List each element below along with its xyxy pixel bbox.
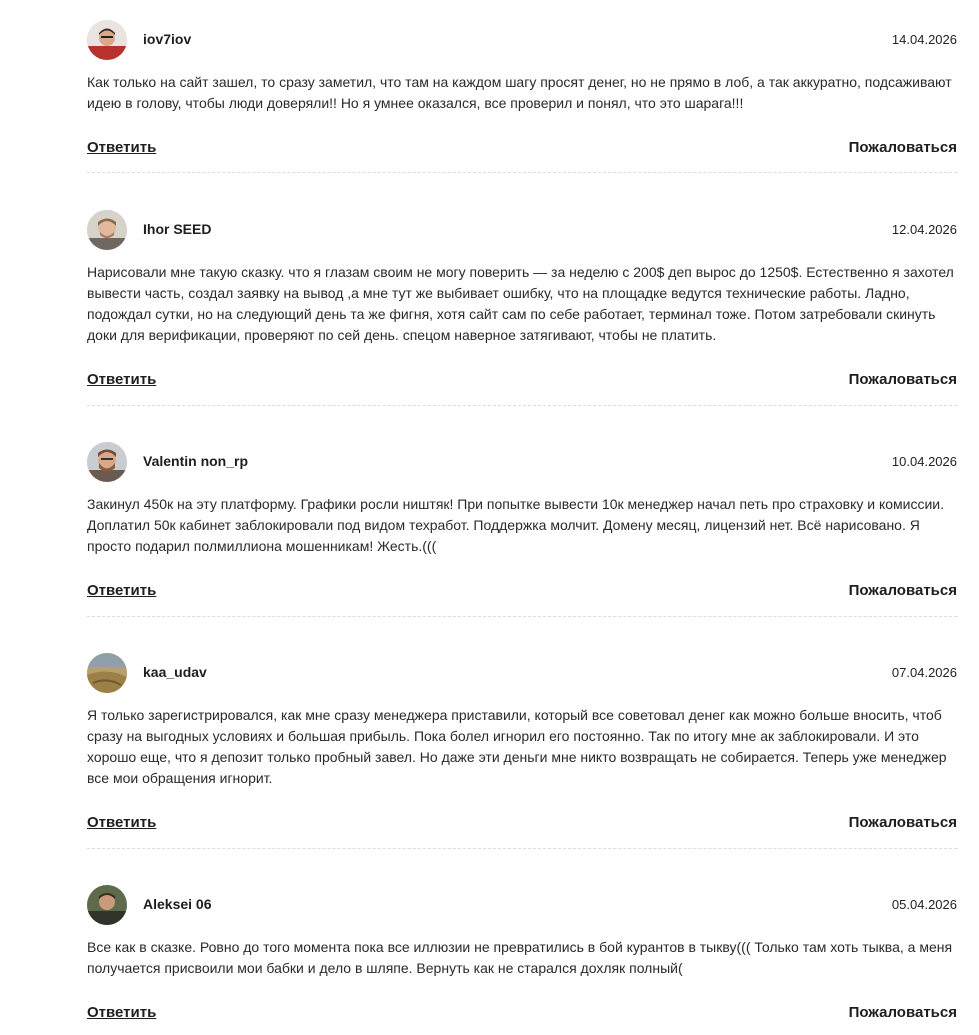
comment-author: Aleksei 06 <box>143 896 212 912</box>
comment-author: Valentin non_rp <box>143 453 249 469</box>
comment-actions: Ответить Пожаловаться <box>87 582 957 604</box>
comment-text: Нарисовали мне такую сказку. что я глаза… <box>87 264 954 343</box>
comment-date: 05.04.2026 <box>891 897 957 912</box>
comment-divider <box>87 616 957 617</box>
comment-header: iov7iov 14.04.2026 <box>87 20 957 60</box>
comment-item: Aleksei 06 05.04.2026 Все как в сказке. … <box>87 885 957 979</box>
comment-actions: Ответить Пожаловаться <box>87 814 957 836</box>
user-avatar[interactable] <box>87 210 127 250</box>
comment-divider <box>87 405 957 406</box>
comment-date: 07.04.2026 <box>891 665 957 680</box>
comment-date: 12.04.2026 <box>891 222 957 237</box>
comment-text: Все как в сказке. Ровно до того момента … <box>87 939 953 976</box>
comment-actions: Ответить Пожаловаться <box>87 139 957 161</box>
comment-divider <box>87 848 957 849</box>
comment-date: 10.04.2026 <box>891 454 957 469</box>
reply-link[interactable]: Ответить <box>87 371 156 388</box>
user-avatar[interactable] <box>87 20 127 60</box>
comment-text: Как только на сайт зашел, то сразу замет… <box>87 74 952 111</box>
comments-list: iov7iov 14.04.2026 Как только на сайт за… <box>0 0 979 1035</box>
comment-item: Valentin non_rp 10.04.2026 Закинул 450к … <box>87 442 957 557</box>
user-avatar[interactable] <box>87 885 127 925</box>
comment-text: Я только зарегистрировался, как мне сраз… <box>87 707 947 786</box>
comment-author: kaa_udav <box>143 664 207 680</box>
reply-link[interactable]: Ответить <box>87 1004 156 1021</box>
comment-item: iov7iov 14.04.2026 Как только на сайт за… <box>87 20 957 114</box>
comment-header: kaa_udav 07.04.2026 <box>87 653 957 693</box>
reply-link[interactable]: Ответить <box>87 139 156 156</box>
report-link[interactable]: Пожаловаться <box>849 1004 957 1021</box>
report-link[interactable]: Пожаловаться <box>849 582 957 599</box>
comment-actions: Ответить Пожаловаться <box>87 371 957 393</box>
comment-header: Valentin non_rp 10.04.2026 <box>87 442 957 482</box>
comment-header: Aleksei 06 05.04.2026 <box>87 885 957 925</box>
comment-divider <box>87 172 957 173</box>
report-link[interactable]: Пожаловаться <box>849 371 957 388</box>
user-avatar[interactable] <box>87 653 127 693</box>
report-link[interactable]: Пожаловаться <box>849 814 957 831</box>
user-avatar[interactable] <box>87 442 127 482</box>
reply-link[interactable]: Ответить <box>87 814 156 831</box>
comment-actions: Ответить Пожаловаться <box>87 1004 957 1026</box>
reply-link[interactable]: Ответить <box>87 582 156 599</box>
comment-item: kaa_udav 07.04.2026 Я только зарегистрир… <box>87 653 957 789</box>
comment-date: 14.04.2026 <box>891 32 957 47</box>
comment-item: Ihor SEED 12.04.2026 Нарисовали мне таку… <box>87 210 957 346</box>
comment-header: Ihor SEED 12.04.2026 <box>87 210 957 250</box>
comment-author: iov7iov <box>143 31 192 47</box>
comment-author: Ihor SEED <box>143 221 212 237</box>
report-link[interactable]: Пожаловаться <box>849 139 957 156</box>
comment-text: Закинул 450к на эту платформу. Графики р… <box>87 496 945 554</box>
